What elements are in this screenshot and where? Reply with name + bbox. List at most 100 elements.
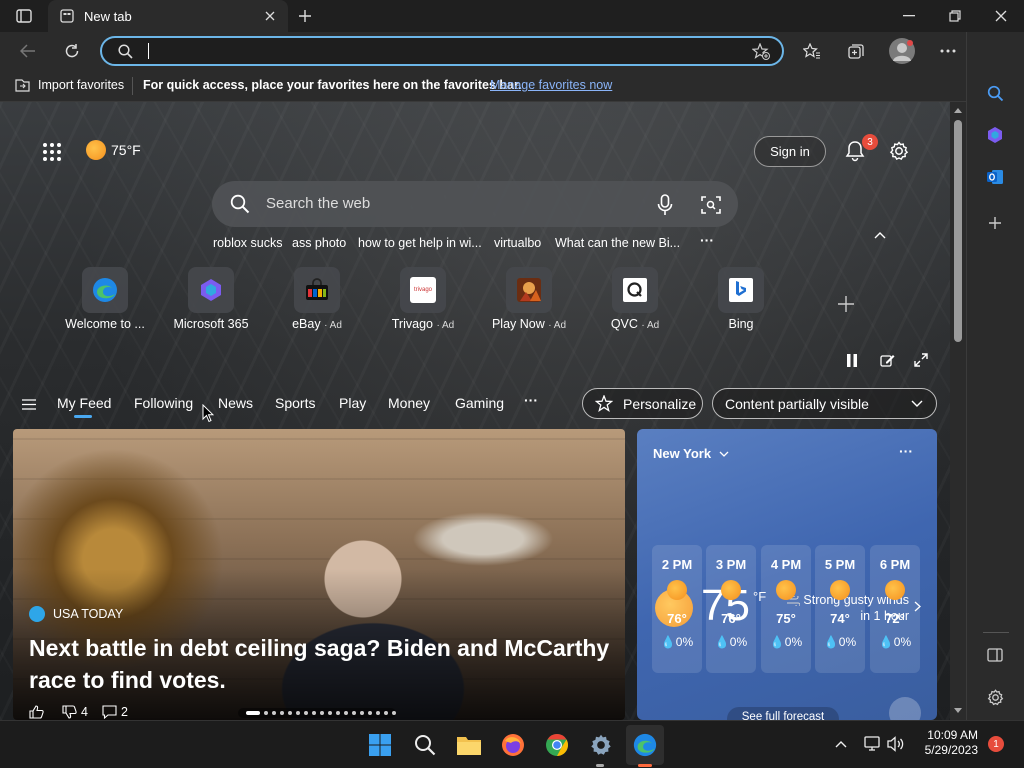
carousel-dot[interactable] (376, 711, 380, 715)
quick-link-play-now[interactable] (506, 267, 552, 313)
carousel-dot[interactable] (264, 711, 268, 715)
settings-more-icon[interactable] (936, 40, 960, 62)
weather-widget[interactable]: 75°F (86, 140, 141, 160)
weather-map-icon[interactable] (889, 697, 921, 720)
carousel-dot[interactable] (392, 711, 396, 715)
back-icon[interactable] (16, 40, 40, 62)
feed-more-button[interactable]: ··· (524, 392, 538, 408)
apps-launcher-icon[interactable] (40, 140, 64, 164)
tray-overflow-chevron-up-icon[interactable] (832, 735, 850, 753)
scroll-down-icon[interactable] (954, 708, 962, 713)
carousel-dot[interactable] (384, 711, 388, 715)
close-window-icon[interactable] (990, 6, 1012, 26)
dislike-icon[interactable] (62, 705, 77, 719)
quick-link-trivago[interactable]: trivago (400, 267, 446, 313)
suggestion-2[interactable]: ass photo (292, 236, 346, 250)
microphone-icon[interactable] (657, 194, 673, 221)
notification-center-badge[interactable]: 1 (988, 736, 1004, 752)
feed-menu-hamburger-icon[interactable] (18, 394, 40, 414)
carousel-dot[interactable] (320, 711, 324, 715)
suggestions-more-button[interactable]: ··· (700, 232, 714, 248)
suggestion-3[interactable]: how to get help in wi... (358, 236, 482, 250)
tab-new-tab[interactable]: New tab (48, 0, 288, 32)
sidebar-split-view-icon[interactable] (984, 644, 1006, 666)
file-explorer-icon[interactable] (455, 731, 483, 759)
carousel-dot[interactable] (352, 711, 356, 715)
sidebar-search-icon[interactable] (984, 82, 1006, 104)
favorites-icon[interactable] (800, 40, 824, 62)
collections-icon[interactable] (844, 40, 868, 62)
quick-link-edge-welcome[interactable] (82, 267, 128, 313)
address-bar[interactable] (100, 36, 784, 66)
profile-avatar[interactable] (889, 38, 915, 64)
expand-icon[interactable] (911, 350, 931, 370)
manage-favorites-link[interactable]: Manage favorites now (490, 78, 612, 92)
page-settings-gear-icon[interactable] (886, 138, 912, 164)
add-quick-link-icon[interactable] (834, 292, 858, 316)
suggestion-5[interactable]: What can the new Bi... (555, 236, 680, 250)
content-visibility-dropdown[interactable]: Content partially visible (712, 388, 937, 419)
carousel-dot[interactable] (368, 711, 372, 715)
quick-link-bing[interactable] (718, 267, 764, 313)
pause-background-icon[interactable] (842, 350, 862, 370)
taskbar-search-icon[interactable] (411, 731, 439, 759)
refresh-icon[interactable] (60, 40, 84, 62)
import-favorites-link[interactable]: Import favorites (38, 78, 124, 92)
clock[interactable]: 10:09 AM 5/29/2023 (912, 728, 978, 758)
firefox-icon[interactable] (499, 731, 527, 759)
feed-tab-play[interactable]: Play (339, 395, 366, 411)
like-icon[interactable] (29, 705, 44, 719)
weather-more-button[interactable]: ··· (899, 443, 913, 459)
edge-taskbar-icon[interactable] (626, 725, 664, 765)
carousel-dot[interactable] (336, 711, 340, 715)
quick-link-ebay[interactable] (294, 267, 340, 313)
collapse-chevron-up-icon[interactable] (870, 226, 890, 244)
feed-tab-gaming[interactable]: Gaming (455, 395, 504, 411)
feed-tab-my-feed[interactable]: My Feed (57, 395, 111, 411)
feed-tab-sports[interactable]: Sports (275, 395, 315, 411)
suggestion-1[interactable]: roblox sucks (213, 236, 282, 250)
carousel-dot[interactable] (328, 711, 332, 715)
volume-icon[interactable] (886, 734, 906, 754)
minimize-icon[interactable] (898, 6, 920, 26)
add-favorite-icon[interactable] (751, 42, 770, 65)
carousel-dot[interactable] (360, 711, 364, 715)
carousel-dot[interactable] (296, 711, 300, 715)
sidebar-add-icon[interactable] (984, 212, 1006, 234)
carousel-dot[interactable] (304, 711, 308, 715)
see-full-forecast-button[interactable]: See full forecast (727, 707, 839, 720)
windows-start-icon[interactable] (366, 731, 394, 759)
carousel-dot[interactable] (280, 711, 284, 715)
weather-city-selector[interactable]: New York (653, 446, 729, 461)
sign-in-button[interactable]: Sign in (754, 136, 826, 167)
quick-link-qvc[interactable] (612, 267, 658, 313)
feed-tab-money[interactable]: Money (388, 395, 430, 411)
suggestion-4[interactable]: virtualbo (494, 236, 541, 250)
feed-tab-news[interactable]: News (218, 395, 253, 411)
network-icon[interactable] (862, 734, 882, 754)
comment-icon[interactable] (102, 705, 117, 719)
scroll-up-icon[interactable] (954, 108, 962, 113)
scrollbar-thumb[interactable] (954, 120, 962, 342)
chrome-icon[interactable] (543, 731, 571, 759)
sidebar-settings-gear-icon[interactable] (984, 686, 1006, 708)
news-headline[interactable]: Next battle in debt ceiling saga? Biden … (29, 632, 619, 696)
carousel-dot[interactable] (272, 711, 276, 715)
carousel-dot[interactable] (312, 711, 316, 715)
tab-actions-icon[interactable] (12, 6, 36, 26)
feed-tab-following[interactable]: Following (134, 395, 193, 411)
new-tab-button[interactable] (294, 6, 316, 26)
settings-app-icon[interactable] (587, 731, 615, 759)
carousel-dots[interactable] (238, 708, 396, 718)
carousel-dot[interactable] (288, 711, 292, 715)
visual-search-icon[interactable] (701, 195, 721, 220)
sidebar-microsoft-365-icon[interactable] (984, 124, 1006, 146)
web-search-box[interactable]: Search the web (212, 181, 738, 227)
news-card[interactable]: USA TODAY Next battle in debt ceiling sa… (13, 429, 625, 720)
quick-link-microsoft-365[interactable] (188, 267, 234, 313)
restore-icon[interactable] (944, 6, 966, 26)
web-search-input[interactable]: Search the web (266, 195, 370, 212)
sidebar-outlook-icon[interactable] (984, 166, 1006, 188)
edit-background-icon[interactable] (877, 350, 897, 370)
personalize-button[interactable]: Personalize (582, 388, 703, 419)
